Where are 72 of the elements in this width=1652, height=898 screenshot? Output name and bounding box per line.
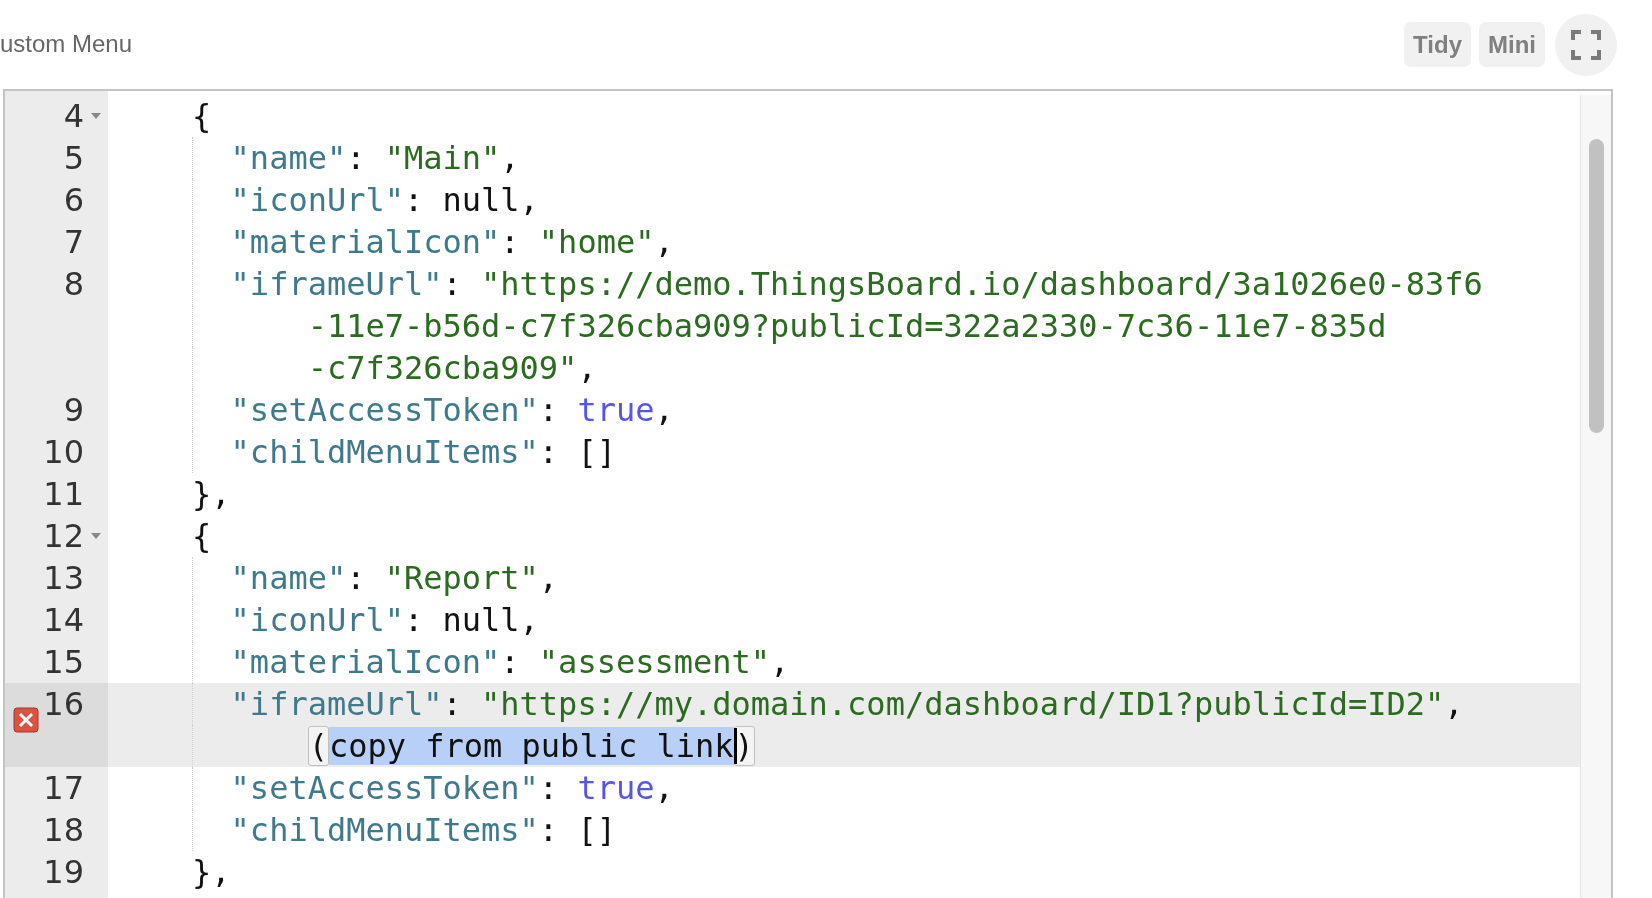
code-text: :	[538, 769, 560, 807]
code-key: "childMenuItems"	[230, 433, 539, 471]
code-text: : null,	[404, 181, 539, 219]
code-text: ,	[500, 139, 520, 177]
code-text: ,	[654, 391, 674, 429]
toolbar-button[interactable]: Tidy	[1404, 22, 1471, 67]
fold-arrow-icon[interactable]	[91, 113, 101, 119]
code-text: :	[500, 643, 521, 681]
code-text: ,	[1444, 685, 1464, 723]
line-number: 11	[43, 475, 84, 513]
code-string: "assessment"	[538, 643, 771, 681]
line-number: 18	[43, 811, 84, 849]
code-text: :	[442, 685, 463, 723]
line-number: 19	[43, 853, 84, 891]
code-literal: true	[577, 391, 655, 429]
code-text: ,	[538, 559, 559, 597]
code-key: "materialIcon"	[230, 643, 501, 681]
code-text: ,	[577, 349, 597, 387]
line-number: 13	[43, 559, 84, 597]
line-number: 7	[63, 223, 84, 261]
code-text: ,	[654, 769, 674, 807]
line-number: 17	[43, 769, 84, 807]
line-number: 5	[63, 139, 84, 177]
code-key: "materialIcon"	[230, 223, 501, 261]
code-text: },	[192, 853, 231, 891]
code-text: {	[192, 517, 212, 555]
selected-text: copy from public link	[328, 727, 734, 765]
line-number: 9	[63, 391, 84, 429]
line-number: 4	[63, 97, 84, 135]
line-number: 14	[43, 601, 84, 639]
code-string: "https://demo.ThingsBoard.io/dashboard/3a1026e0-83f6	[481, 265, 1483, 303]
toolbar-button[interactable]: Mini	[1479, 22, 1545, 67]
code-string: -11e7-b56d-c7f326cba909?publicId=322a2330-7c36-11e7-835d	[307, 307, 1387, 345]
code-text: :	[538, 391, 560, 429]
code-key: "iconUrl"	[230, 601, 404, 639]
text-cursor	[733, 728, 737, 764]
code-string: "home"	[538, 223, 655, 261]
code-key: "setAccessToken"	[230, 769, 539, 807]
section-title: ustom Menu	[0, 29, 133, 58]
code-string: "https://my.domain.com/dashboard/ID1?publicId=ID2"	[481, 685, 1445, 723]
code-key: "setAccessToken"	[230, 391, 539, 429]
code-text: :	[500, 223, 521, 261]
code-string: "Main"	[384, 139, 501, 177]
code-text: : []	[538, 811, 616, 849]
line-number: 10	[43, 433, 84, 471]
code-text: : null,	[404, 601, 539, 639]
bracket-match: (	[307, 726, 329, 766]
code-text: ,	[654, 223, 674, 261]
code-key: "iconUrl"	[230, 181, 404, 219]
code-text: : []	[538, 433, 616, 471]
code-string: "Report"	[384, 559, 539, 597]
code-literal: true	[577, 769, 655, 807]
line-number: 16	[43, 685, 84, 723]
fullscreen-icon	[1571, 29, 1601, 60]
line-number: 12	[43, 517, 84, 555]
code-text: :	[346, 139, 367, 177]
line-number: 15	[43, 643, 84, 681]
code-text: :	[346, 559, 367, 597]
code-text: ,	[770, 643, 790, 681]
code-key: "childMenuItems"	[230, 811, 539, 849]
line-number: 6	[63, 181, 84, 219]
code-text: {	[192, 97, 212, 135]
line-number: 8	[63, 265, 84, 303]
code-key: "name"	[230, 139, 347, 177]
code-key: "name"	[230, 559, 347, 597]
scrollbar-thumb[interactable]	[1588, 139, 1604, 433]
code-text: },	[192, 475, 231, 513]
code-key: "iframeUrl"	[230, 265, 443, 303]
code-key: "iframeUrl"	[230, 685, 443, 723]
code-text: :	[442, 265, 463, 303]
code-string: -c7f326cba909"	[307, 349, 578, 387]
fold-arrow-icon[interactable]	[91, 533, 101, 539]
